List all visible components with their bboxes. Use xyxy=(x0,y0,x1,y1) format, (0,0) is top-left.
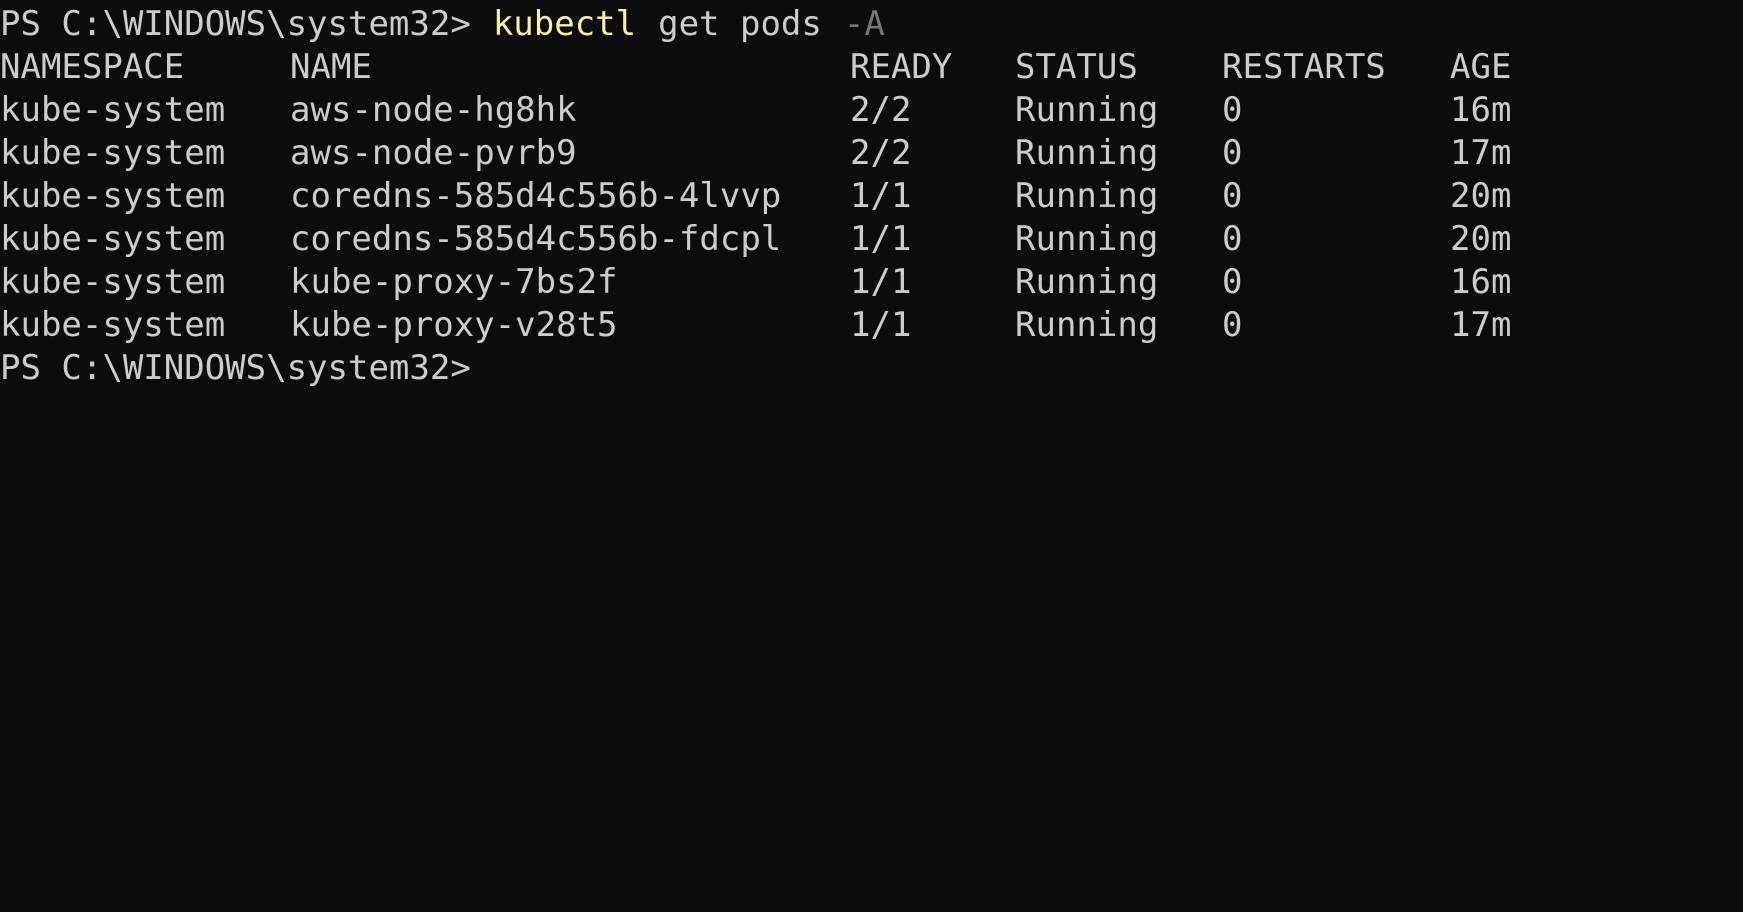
prompt-text: PS C:\WINDOWS\system32> xyxy=(0,4,471,44)
cell-status: Running xyxy=(1015,219,1159,259)
cell-status: Running xyxy=(1015,133,1159,173)
cell-namespace: kube-system xyxy=(0,176,226,216)
cell-status: Running xyxy=(1015,262,1159,302)
cell-namespace: kube-system xyxy=(0,219,226,259)
cell-name: coredns-585d4c556b-4lvvp xyxy=(290,176,782,216)
command-flag: -A xyxy=(843,4,885,44)
cell-restarts: 0 xyxy=(1222,262,1243,302)
cell-restarts: 0 xyxy=(1222,305,1243,345)
header-ready: READY xyxy=(850,47,953,87)
cell-ready: 2/2 xyxy=(850,90,912,130)
cell-name: kube-proxy-7bs2f xyxy=(290,262,618,302)
cell-name: aws-node-hg8hk xyxy=(290,90,577,130)
cell-namespace: kube-system xyxy=(0,133,226,173)
cell-age: 16m xyxy=(1450,90,1512,130)
cell-namespace: kube-system xyxy=(0,90,226,130)
cell-ready: 1/1 xyxy=(850,305,912,345)
cell-age: 20m xyxy=(1450,219,1512,259)
table-row: kube-system kube-proxy-7bs2f 1/1 Running… xyxy=(0,258,1743,306)
table-row: kube-system coredns-585d4c556b-fdcpl 1/1… xyxy=(0,215,1743,263)
cell-status: Running xyxy=(1015,305,1159,345)
cell-namespace: kube-system xyxy=(0,262,226,302)
cell-ready: 1/1 xyxy=(850,219,912,259)
header-name: NAME xyxy=(290,47,372,87)
cell-ready: 2/2 xyxy=(850,133,912,173)
table-row: kube-system coredns-585d4c556b-4lvvp 1/1… xyxy=(0,172,1743,220)
command-line: PS C:\WINDOWS\system32> kubectl get pods… xyxy=(0,0,885,48)
cell-restarts: 0 xyxy=(1222,90,1243,130)
cell-restarts: 0 xyxy=(1222,219,1243,259)
cell-ready: 1/1 xyxy=(850,262,912,302)
cell-age: 20m xyxy=(1450,176,1512,216)
cell-age: 17m xyxy=(1450,305,1512,345)
table-row: kube-system kube-proxy-v28t5 1/1 Running… xyxy=(0,301,1743,349)
cell-namespace: kube-system xyxy=(0,305,226,345)
final-prompt-line[interactable]: PS C:\WINDOWS\system32> xyxy=(0,344,471,392)
table-header: NAMESPACE NAME READY STATUS RESTARTS AGE xyxy=(0,43,1743,91)
header-age: AGE xyxy=(1450,47,1512,87)
cell-ready: 1/1 xyxy=(850,176,912,216)
cell-age: 17m xyxy=(1450,133,1512,173)
cell-name: kube-proxy-v28t5 xyxy=(290,305,618,345)
command-name: kubectl xyxy=(492,4,637,44)
cell-status: Running xyxy=(1015,90,1159,130)
cell-name: coredns-585d4c556b-fdcpl xyxy=(290,219,782,259)
header-namespace: NAMESPACE xyxy=(0,47,185,87)
cell-age: 16m xyxy=(1450,262,1512,302)
header-status: STATUS xyxy=(1015,47,1138,87)
command-args: get pods xyxy=(658,4,822,44)
cell-restarts: 0 xyxy=(1222,133,1243,173)
table-row: kube-system aws-node-hg8hk 2/2 Running 0… xyxy=(0,86,1743,134)
final-prompt-text: PS C:\WINDOWS\system32> xyxy=(0,348,471,388)
cell-restarts: 0 xyxy=(1222,176,1243,216)
table-row: kube-system aws-node-pvrb9 2/2 Running 0… xyxy=(0,129,1743,177)
terminal-window[interactable]: PS C:\WINDOWS\system32> kubectl get pods… xyxy=(0,0,1743,483)
cell-status: Running xyxy=(1015,176,1159,216)
cell-name: aws-node-pvrb9 xyxy=(290,133,577,173)
header-restarts: RESTARTS xyxy=(1222,47,1386,87)
